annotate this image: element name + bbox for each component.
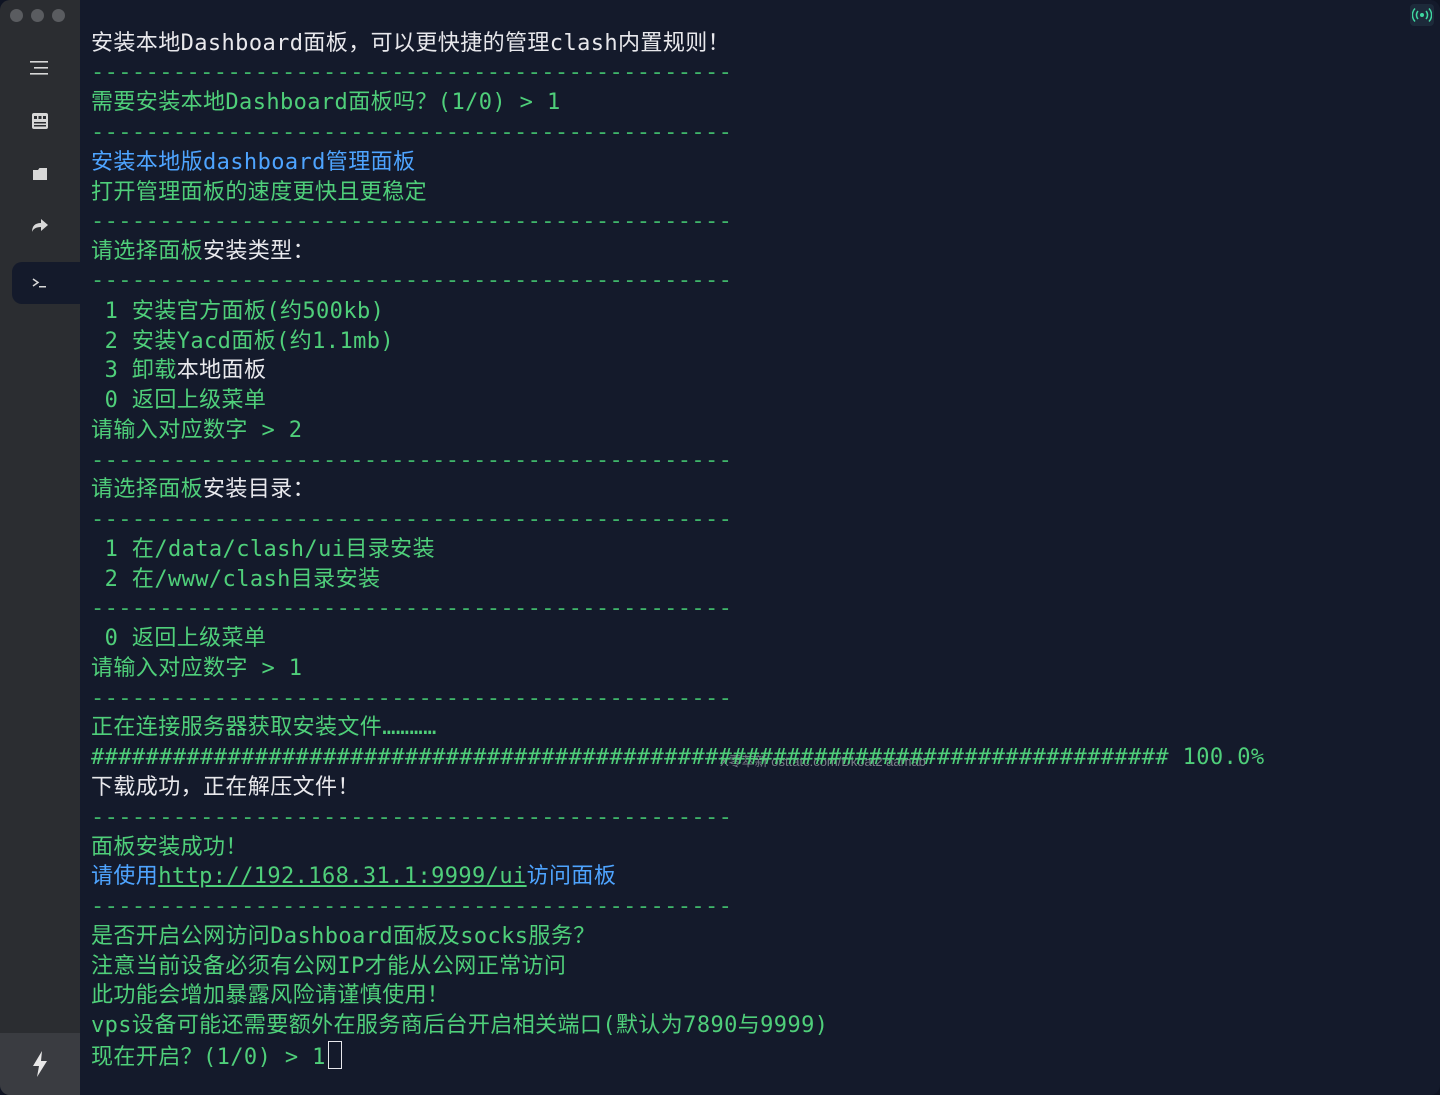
terminal-line: 安装本地版dashboard管理面板 — [91, 148, 415, 178]
terminal-text: ----------------------------------------… — [91, 805, 733, 830]
terminal-line: ----------------------------------------… — [91, 594, 732, 624]
terminal-output[interactable]: X零萃新 osttatc.com/Dkoat2 aamab 安装本地Dashbo… — [80, 0, 1440, 1095]
terminal-line: 2 在/www/clash目录安装 — [91, 565, 380, 595]
terminal-line: 面板安装成功！ — [91, 833, 248, 863]
terminal-text: 0 返回上级菜单 — [91, 626, 267, 651]
terminal-line: ----------------------------------------… — [91, 118, 732, 148]
terminal-text: ----------------------------------------… — [91, 268, 733, 293]
sidebar-item-server[interactable] — [12, 100, 68, 142]
sidebar — [0, 0, 80, 1095]
app-window: X零萃新 osttatc.com/Dkoat2 aamab 安装本地Dashbo… — [0, 0, 1440, 1095]
terminal-text: 需要安装本地Dashboard面板吗？(1/0) > 1 — [91, 90, 561, 115]
terminal-text: 1 安装官方面板(约500kb) — [91, 299, 385, 324]
terminal-text: 2 在/www/clash目录安装 — [91, 567, 381, 592]
sidebar-item-terminal[interactable] — [12, 262, 80, 304]
terminal-line: 1 安装官方面板(约500kb) — [91, 297, 384, 327]
terminal-text: 请输入对应数字 > 1 — [91, 656, 303, 681]
terminal-text: 此功能会增加暴露风险请谨慎使用！ — [91, 983, 450, 1008]
terminal-line: ########################################… — [91, 743, 1264, 773]
terminal-line: 0 返回上级菜单 — [91, 624, 266, 654]
terminal-text: ----------------------------------------… — [91, 60, 733, 85]
terminal-line: ----------------------------------------… — [91, 58, 732, 88]
terminal-line: ----------------------------------------… — [91, 892, 732, 922]
terminal-line: ----------------------------------------… — [91, 266, 732, 296]
terminal-text: 请选择面板 — [91, 477, 204, 502]
terminal-line: 请输入对应数字 > 2 — [91, 416, 302, 446]
terminal-line: 请输入对应数字 > 1 — [91, 654, 302, 684]
sidebar-item-menu[interactable] — [12, 47, 68, 89]
terminal-text: 面板安装成功！ — [91, 835, 248, 860]
menu-icon — [30, 61, 48, 75]
terminal-text: 3 卸载 — [91, 358, 177, 383]
window-controls — [10, 9, 65, 22]
terminal-text: 正在连接服务器获取安装文件………… — [91, 715, 437, 740]
terminal-text: ----------------------------------------… — [91, 209, 733, 234]
terminal-text: vps设备可能还需要额外在服务商后台开启相关端口(默认为7890与9999) — [91, 1013, 829, 1038]
terminal-line: 请使用http://192.168.31.1:9999/ui访问面板 — [91, 862, 616, 892]
terminal-text: 打开管理面板的速度更快且更稳定 — [91, 180, 428, 205]
terminal-line: ----------------------------------------… — [91, 446, 732, 476]
close-window-button[interactable] — [10, 9, 23, 22]
minimize-window-button[interactable] — [31, 9, 44, 22]
terminal-line: 是否开启公网访问Dashboard面板及socks服务？ — [91, 922, 596, 952]
terminal-line: 打开管理面板的速度更快且更稳定 — [91, 178, 427, 208]
terminal-text: 1 在/data/clash/ui目录安装 — [91, 537, 435, 562]
terminal-text: 安装本地版dashboard管理面板 — [91, 150, 416, 175]
terminal-line: ----------------------------------------… — [91, 803, 732, 833]
terminal-line: 0 返回上级菜单 — [91, 386, 266, 416]
terminal-text: 安装目录： — [203, 477, 316, 502]
terminal-line: 请选择面板安装类型： — [91, 237, 315, 267]
terminal-line: 1 在/data/clash/ui目录安装 — [91, 535, 435, 565]
terminal-text: 下载成功，正在解压文件！ — [91, 775, 360, 800]
sidebar-item-files[interactable] — [12, 153, 68, 195]
terminal-text: ########################################… — [91, 745, 1265, 770]
sidebar-item-forward[interactable] — [12, 205, 68, 247]
terminal-line: 下载成功，正在解压文件！ — [91, 773, 360, 803]
sidebar-item-connect[interactable] — [0, 1033, 80, 1095]
forward-icon — [32, 219, 48, 232]
maximize-window-button[interactable] — [52, 9, 65, 22]
terminal-text: ----------------------------------------… — [91, 686, 733, 711]
terminal-text: 安装类型： — [203, 239, 316, 264]
terminal-icon — [32, 278, 46, 288]
terminal-text: ----------------------------------------… — [91, 596, 733, 621]
terminal-text: 请选择面板 — [91, 239, 204, 264]
terminal-text: 是否开启公网访问Dashboard面板及socks服务？ — [91, 924, 596, 949]
terminal-text: 本地面板 — [176, 358, 267, 383]
terminal-text: ----------------------------------------… — [91, 448, 733, 473]
terminal-text: 注意当前设备必须有公网IP才能从公网正常访问 — [91, 954, 567, 979]
terminal-text: ----------------------------------------… — [91, 894, 733, 919]
terminal-line: 需要安装本地Dashboard面板吗？(1/0) > 1 — [91, 88, 561, 118]
terminal-line: 现在开启？(1/0) > 1 — [91, 1041, 342, 1071]
terminal-line: ----------------------------------------… — [91, 684, 732, 714]
terminal-line: ----------------------------------------… — [91, 207, 732, 237]
terminal-line: 正在连接服务器获取安装文件………… — [91, 713, 437, 743]
folder-icon — [33, 168, 47, 180]
terminal-text: 请输入对应数字 > 2 — [91, 418, 303, 443]
terminal-line: 安装本地Dashboard面板，可以更快捷的管理clash内置规则！ — [91, 29, 730, 59]
terminal-line: 此功能会增加暴露风险请谨慎使用！ — [91, 981, 449, 1011]
terminal-text: ----------------------------------------… — [91, 120, 733, 145]
terminal-line: vps设备可能还需要额外在服务商后台开启相关端口(默认为7890与9999) — [91, 1011, 828, 1041]
terminal-line: 2 安装Yacd面板(约1.1mb) — [91, 327, 394, 357]
terminal-text: ----------------------------------------… — [91, 507, 733, 532]
terminal-text: 0 返回上级菜单 — [91, 388, 267, 413]
dashboard-url-link[interactable]: http://192.168.31.1:9999/ui — [158, 864, 526, 889]
terminal-line: 请选择面板安装目录： — [91, 475, 315, 505]
server-icon — [32, 113, 48, 129]
terminal-cursor — [327, 1041, 342, 1069]
terminal-line: 3 卸载本地面板 — [91, 356, 266, 386]
terminal-text: 现在开启？(1/0) > 1 — [91, 1045, 326, 1070]
terminal-line: 注意当前设备必须有公网IP才能从公网正常访问 — [91, 952, 566, 982]
terminal-line: ----------------------------------------… — [91, 505, 732, 535]
terminal-text: 访问面板 — [526, 864, 617, 889]
terminal-text: 安装本地Dashboard面板，可以更快捷的管理clash内置规则！ — [91, 31, 731, 56]
connection-status[interactable] — [1410, 4, 1434, 26]
bolt-icon — [33, 1051, 47, 1077]
terminal-text: 请使用 — [91, 864, 159, 889]
broadcast-icon — [1412, 7, 1432, 23]
terminal-text: 2 安装Yacd面板(约1.1mb) — [91, 329, 395, 354]
